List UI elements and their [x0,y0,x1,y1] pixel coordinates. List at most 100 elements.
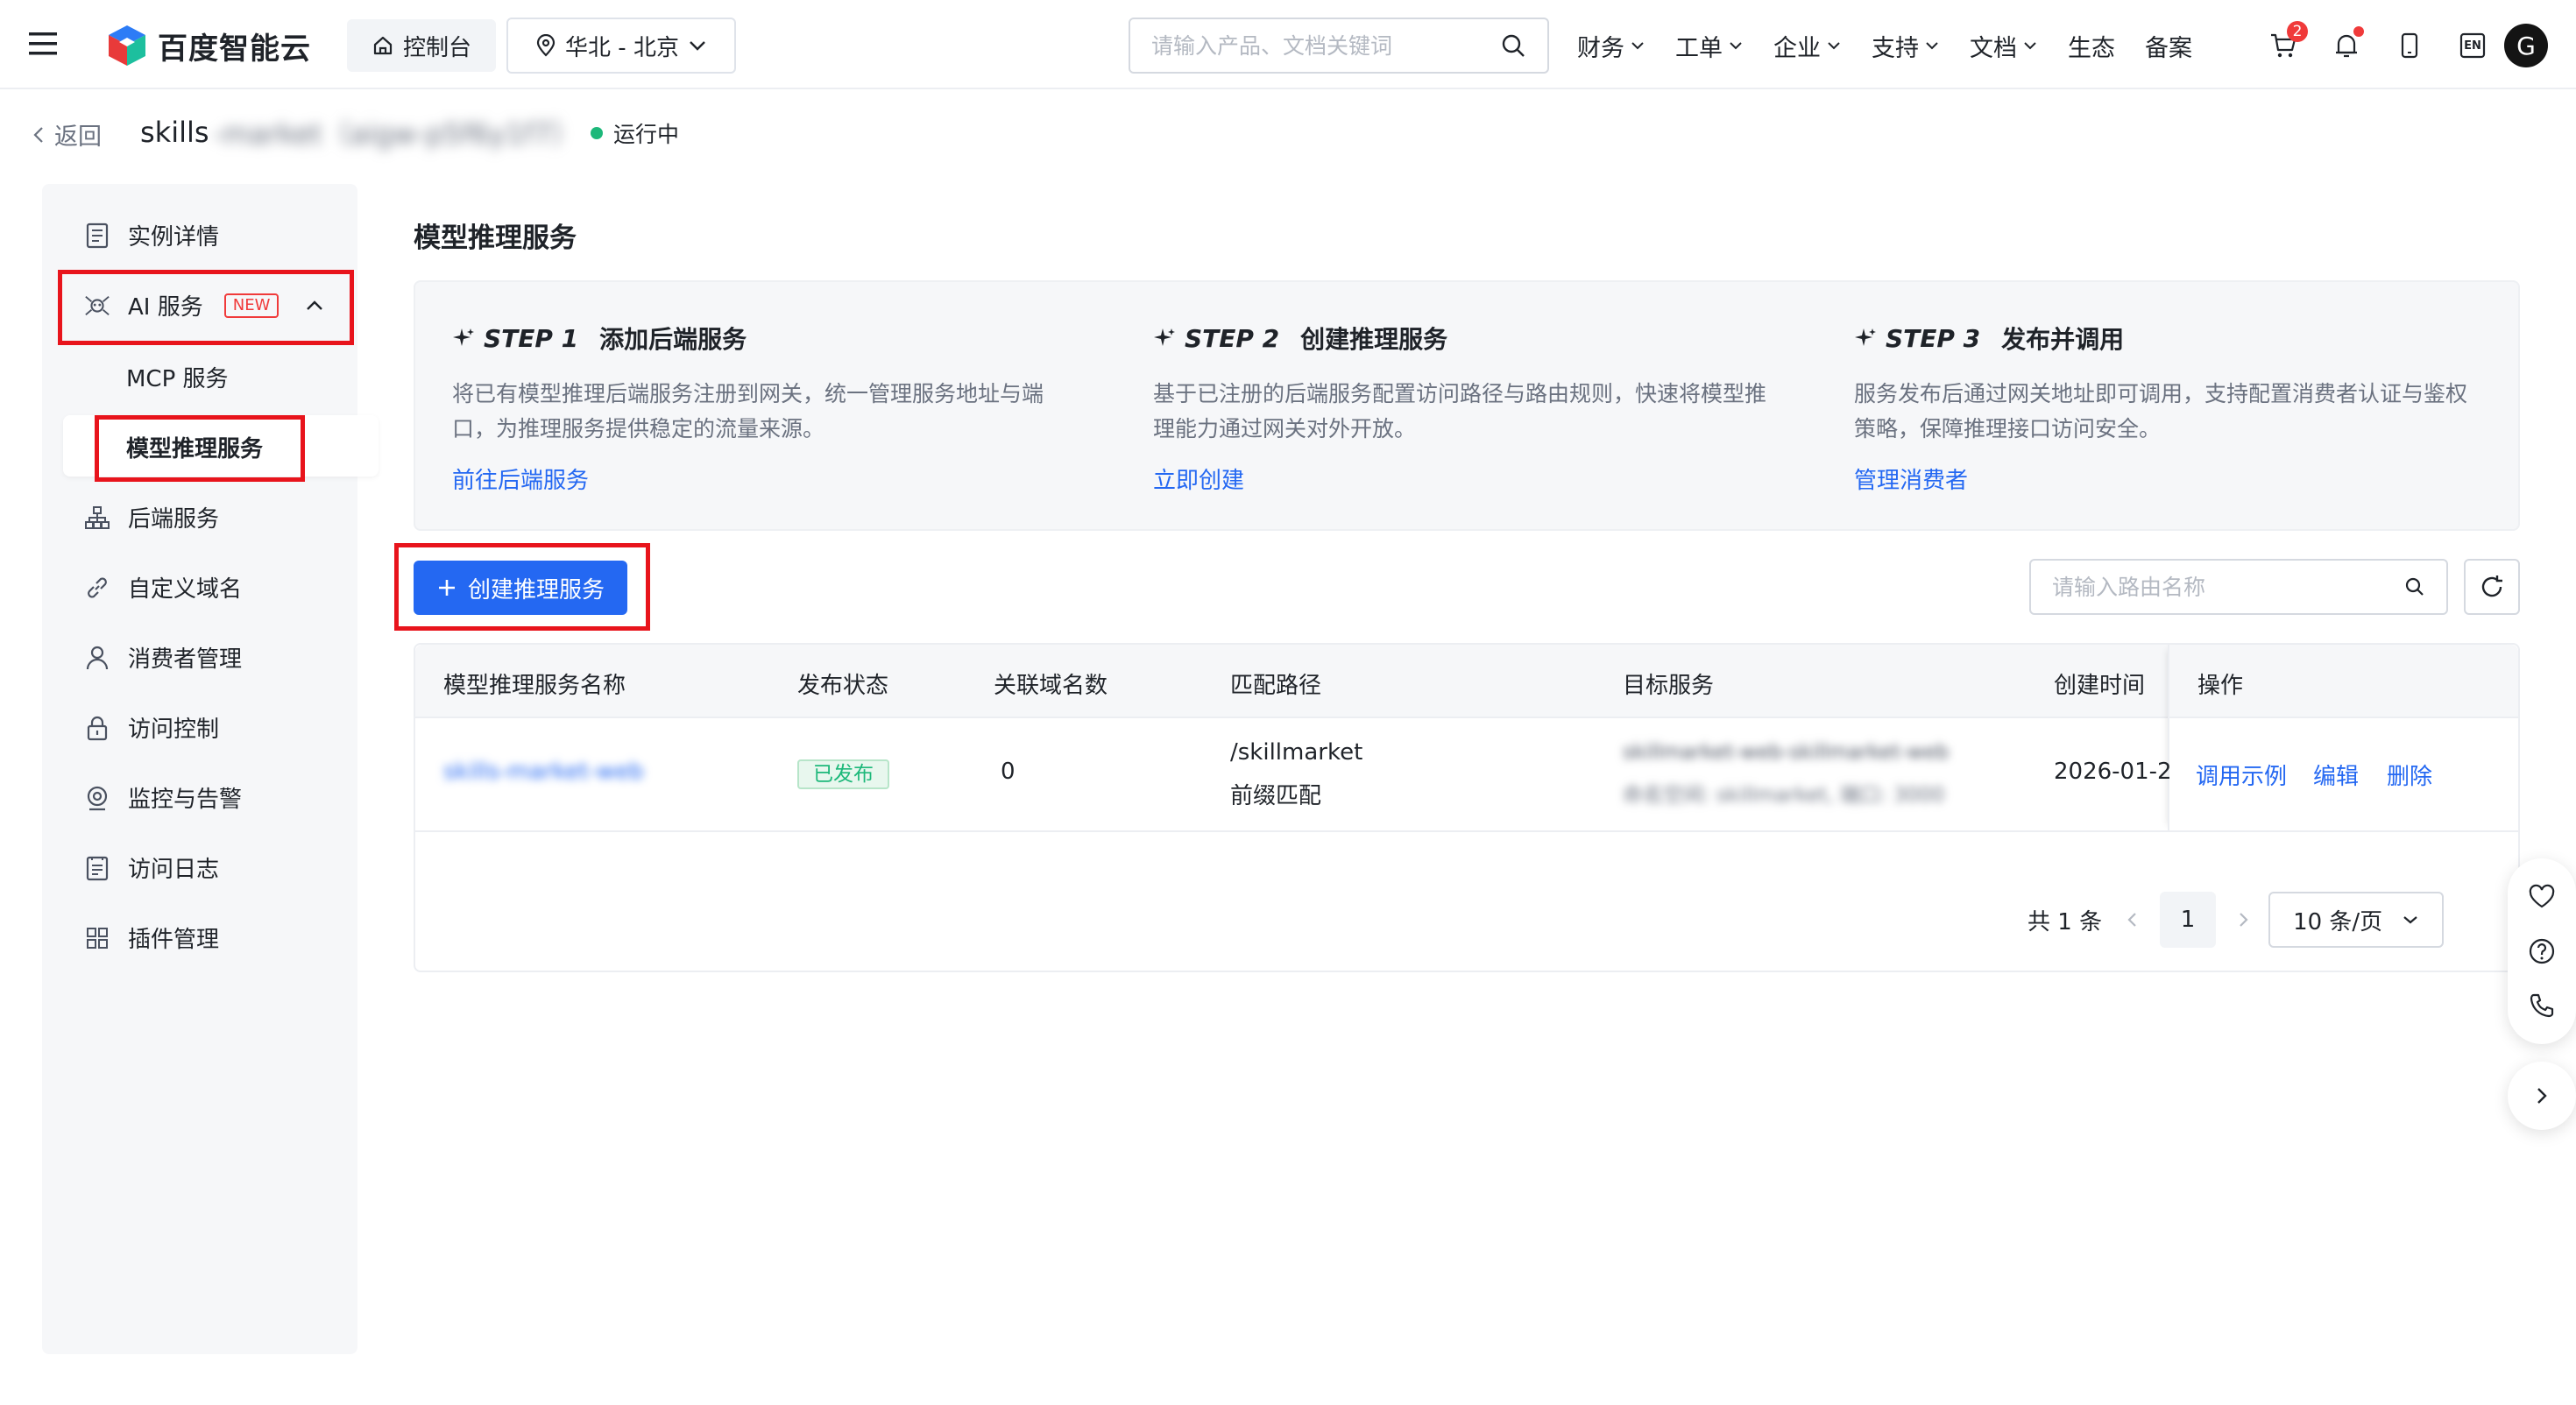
chevron-right-icon [2537,1088,2547,1104]
user-icon [84,645,110,671]
step-description: 将已有模型推理后端服务注册到网关，统一管理服务地址与端口，为推理服务提供稳定的流… [452,381,1044,441]
chevron-down-icon [690,41,705,51]
create-inference-service-button[interactable]: 创建推理服务 [414,561,627,615]
column-header-target: 目标服务 [1623,673,1715,699]
match-path: /skillmarket [1230,739,1363,766]
delete-link[interactable]: 删除 [2387,759,2432,791]
link-icon [84,575,110,601]
sidebar-item-plugins[interactable]: 插件管理 [84,921,219,954]
phone-icon[interactable] [2529,992,2555,1019]
page-title: 模型推理服务 [414,222,577,254]
top-header: 百度智能云 控制台 华北 - 北京 财务 工单 企业 支持 文档 生态 备案 2 [0,0,2576,89]
brand-logo[interactable]: 百度智能云 [105,23,311,68]
create-button-label: 创建推理服务 [467,576,605,604]
instance-status: 运行中 [591,117,679,149]
nav-docs[interactable]: 文档 [1970,29,2038,63]
sidebar-item-consumer[interactable]: 消费者管理 [84,641,242,674]
notification-dot [2353,26,2364,37]
edit-link[interactable]: 编辑 [2313,759,2359,791]
instance-name: skills [140,116,209,149]
goto-backend-service-link[interactable]: 前往后端服务 [452,462,589,495]
search-icon[interactable] [2404,576,2425,597]
floating-tools [2508,858,2576,1044]
region-selector[interactable]: 华北 - 北京 [506,18,736,74]
row-divider [415,830,2518,832]
column-header-name: 模型推理服务名称 [443,673,626,699]
step-description: 基于已注册的后端服务配置访问路径与路由规则，快速将模型推理能力通过网关对外开放。 [1153,381,1767,441]
refresh-icon [2481,575,2502,597]
step-description: 服务发布后通过网关地址即可调用，支持配置消费者认证与鉴权策略，保障推理接口访问安… [1854,381,2468,441]
sidebar-item-access-control[interactable]: 访问控制 [84,711,219,744]
inference-service-table: 模型推理服务名称 发布状态 关联域名数 匹配路径 目标服务 创建时间 操作 sk… [414,643,2520,972]
sidebar-item-monitor[interactable]: 监控与告警 [84,781,242,814]
sidebar: 实例详情 AI 服务 NEW MCP 服务 模型推理服务 后端服务 自定义域名 … [42,184,379,1354]
create-now-link[interactable]: 立即创建 [1153,462,1244,495]
column-header-domain-count: 关联域名数 [994,673,1108,699]
invoke-example-link[interactable]: 调用示例 [2196,759,2287,791]
chevron-down-icon [1926,42,1938,50]
home-icon [373,36,393,55]
chevron-left-icon [33,126,43,143]
step-title: 创建推理服务 [1300,325,1448,354]
log-icon [84,855,110,881]
manage-consumer-link[interactable]: 管理消费者 [1854,462,1968,495]
status-dot [591,127,603,139]
step-title: 添加后端服务 [599,325,747,354]
nav-finance[interactable]: 财务 [1577,29,1645,63]
language-switch[interactable]: EN [2441,21,2504,70]
mobile-icon[interactable] [2378,21,2441,70]
avatar[interactable]: G [2504,24,2548,67]
column-header-actions: 操作 [2197,673,2244,699]
plus-icon [438,580,455,596]
step-title: 发布并调用 [2001,325,2125,354]
status-label: 运行中 [613,122,680,147]
column-header-status: 发布状态 [797,673,889,699]
search-icon[interactable] [1500,32,1526,59]
language-label: EN [2464,39,2481,53]
column-header-path: 匹配路径 [1230,673,1322,699]
chevron-down-icon [1631,42,1644,50]
chevron-down-icon [1828,42,1840,50]
column-header-created: 创建时间 [2054,673,2146,699]
nav-support[interactable]: 支持 [1872,29,1940,63]
sidebar-item-instance-detail[interactable]: 实例详情 [84,219,219,251]
global-search[interactable] [1129,18,1549,74]
back-link[interactable]: 返回 [32,117,102,152]
target-service: skillmarket-web-skillmarket-web [1623,741,1950,764]
sidebar-item-access-log[interactable]: 访问日志 [84,851,219,884]
route-search-input[interactable] [2052,574,2385,600]
bell-icon[interactable] [2315,21,2378,70]
nav-filing[interactable]: 备案 [2145,29,2192,63]
collapse-float-button[interactable] [2508,1062,2576,1130]
cart-icon[interactable]: 2 [2252,21,2315,70]
sidebar-item-custom-domain[interactable]: 自定义域名 [84,571,242,604]
refresh-button[interactable] [2464,559,2520,615]
sidebar-subitem-mcp[interactable]: MCP 服务 [126,361,229,393]
nav-ticket[interactable]: 工单 [1675,29,1744,63]
route-search[interactable] [2029,559,2448,615]
chevron-down-icon [2403,916,2417,924]
nav-enterprise[interactable]: 企业 [1773,29,1842,63]
sparkle-icon [453,328,474,346]
sticky-actions-column: 操作 [2168,645,2518,830]
page-number-current[interactable]: 1 [2160,892,2217,948]
chevron-right-icon[interactable] [2237,910,2249,929]
sidebar-item-backend-service[interactable]: 后端服务 [84,501,219,533]
created-time: 2026-01-2 [2054,759,2172,785]
highlight-box-ai-service [58,270,354,345]
monitor-icon [84,785,110,811]
nav-ecosystem[interactable]: 生态 [2068,29,2115,63]
chevron-left-icon[interactable] [2127,910,2139,929]
global-search-input[interactable] [1151,32,1467,59]
grid-icon [84,925,110,951]
page-size-select[interactable]: 10 条/页 [2268,892,2445,948]
console-button[interactable]: 控制台 [347,19,496,72]
total-count: 共 1 条 [2028,908,2103,935]
menu-icon[interactable] [26,30,61,58]
org-tree-icon [84,505,110,531]
help-icon[interactable] [2528,937,2556,965]
heart-icon[interactable] [2528,884,2556,910]
service-name-link[interactable]: skills-market-web [443,759,644,785]
domain-count: 0 [1001,759,1016,785]
step-number: STEP 1 [484,323,579,353]
